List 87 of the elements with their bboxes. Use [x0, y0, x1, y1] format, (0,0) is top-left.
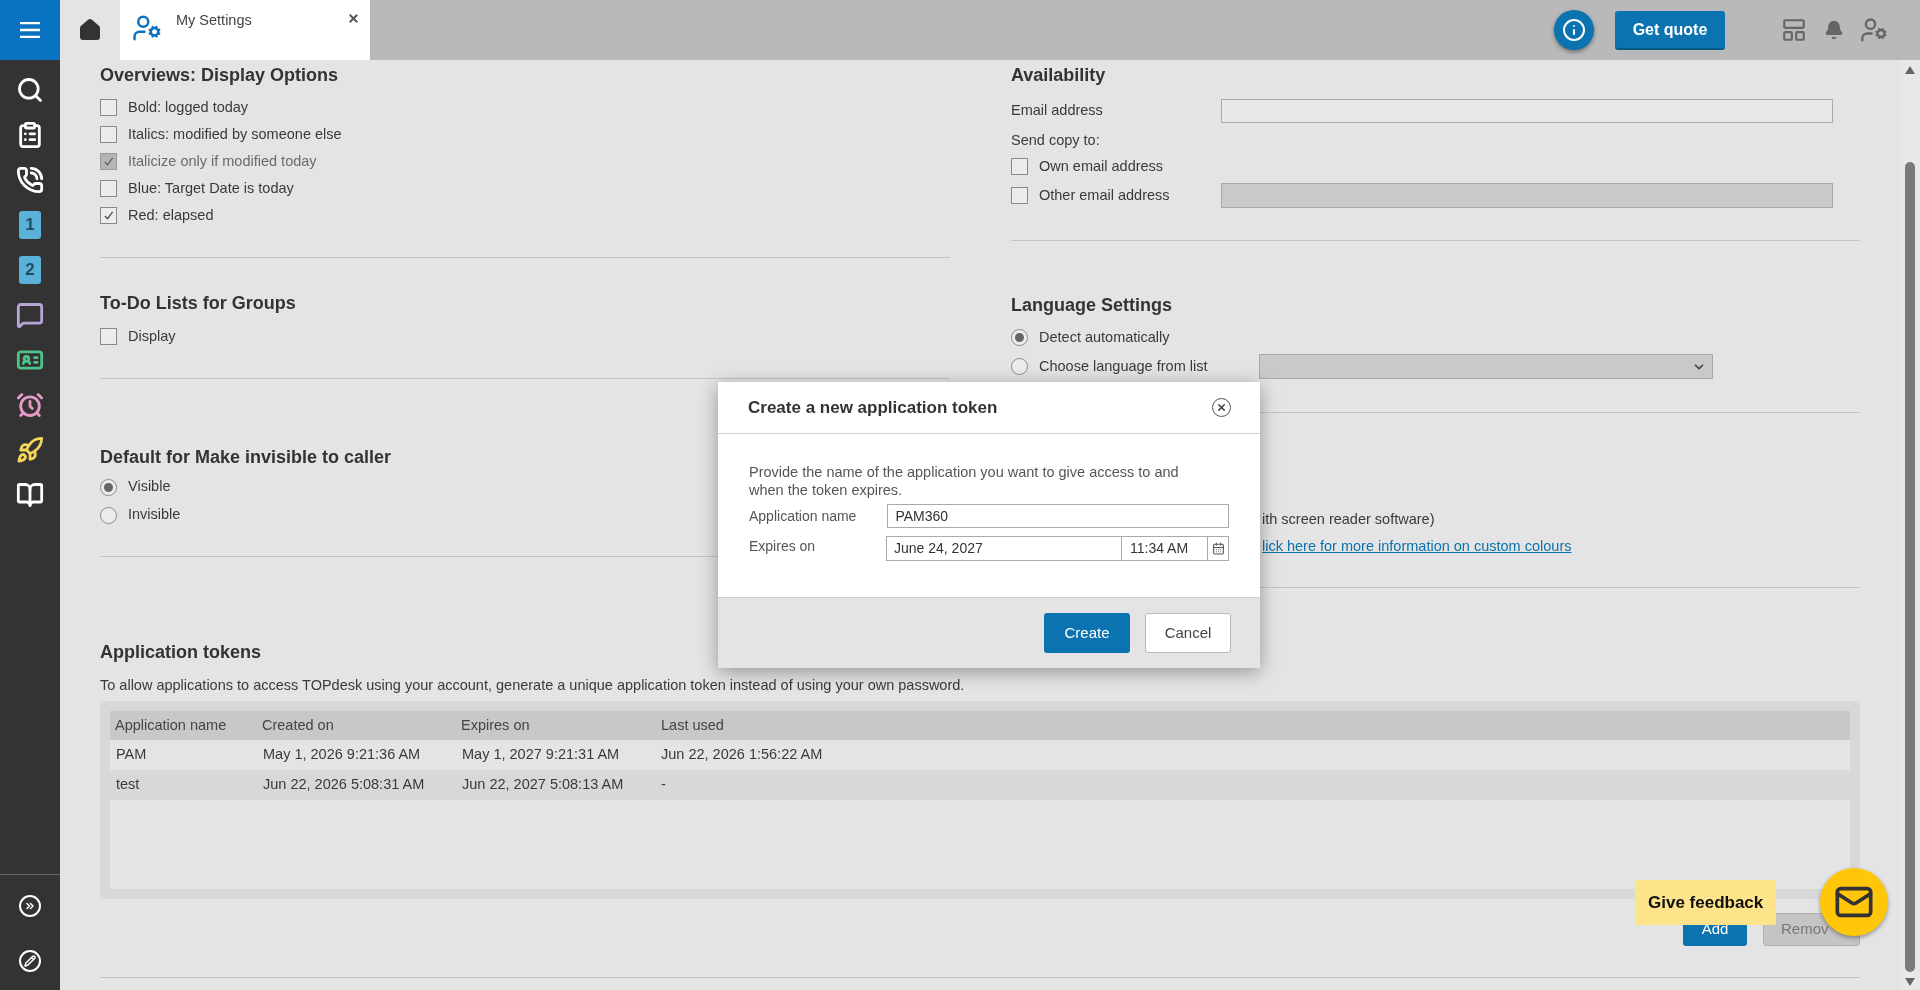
table-cell-text: test: [115, 775, 141, 795]
checkbox-label: Own email address: [1039, 156, 1164, 176]
checkmark-icon: [103, 210, 114, 221]
menu-icon: [20, 22, 40, 38]
dialog-description: Provide the name of the application you want to give access to and when the token expires.: [749, 463, 1180, 499]
checkbox[interactable]: [100, 99, 117, 116]
field-label: Application name: [749, 506, 858, 526]
radio-label: Choose language from list: [1039, 356, 1208, 376]
checkbox-label: Italicize only if modified today: [128, 151, 317, 171]
checkbox-label: Display: [128, 326, 176, 346]
section-heading: To-Do Lists for Groups: [100, 292, 297, 315]
radio-button[interactable]: [100, 506, 117, 524]
alarm-clock-icon[interactable]: [16, 391, 44, 419]
scroll-up-icon[interactable]: [1905, 66, 1915, 74]
table-cell-text: Jun 22, 2026 1:56:22 AM: [661, 745, 824, 765]
checkbox[interactable]: [100, 180, 117, 197]
info-button[interactable]: [1554, 10, 1594, 50]
table-cell-text: Jun 22, 2026 5:08:31 AM: [262, 775, 426, 795]
checkbox-label: Other email address: [1039, 185, 1170, 205]
feedback-tooltip: Give feedback: [1635, 880, 1777, 925]
column-header: Created on: [262, 715, 335, 735]
email-field[interactable]: [1221, 99, 1833, 123]
get-quote-button[interactable]: Get quote: [1615, 11, 1725, 50]
section-heading: Application tokens: [100, 641, 262, 664]
layout-icon[interactable]: [1780, 17, 1808, 43]
phone-icon[interactable]: [16, 166, 44, 194]
accessibility-note: ith screen reader software): [1262, 510, 1435, 530]
table-cell-text: May 1, 2027 9:21:31 AM: [461, 745, 621, 765]
rocket-icon[interactable]: [16, 436, 44, 464]
settings-tab[interactable]: My Settings: [120, 0, 370, 60]
table-cell-text: -: [661, 775, 667, 795]
checkbox-label: Bold: logged today: [128, 97, 249, 117]
user-gear-icon[interactable]: [1860, 16, 1888, 44]
radio-button[interactable]: [100, 478, 117, 496]
radio-label: Detect automatically: [1039, 327, 1170, 347]
checkbox[interactable]: [1011, 187, 1028, 204]
home-tab[interactable]: [60, 0, 120, 60]
section-heading: Language Settings: [1011, 294, 1173, 317]
date-field[interactable]: June 24, 2027: [887, 537, 1122, 560]
scrollbar[interactable]: [1900, 60, 1920, 990]
checkbox[interactable]: [100, 207, 117, 224]
checkbox[interactable]: [1011, 158, 1028, 175]
calendar-icon[interactable]: [1211, 542, 1225, 555]
table-cell-text: Jun 22, 2027 5:08:13 AM: [461, 775, 625, 795]
section-heading: Overviews: Display Options: [100, 64, 340, 87]
clipboard-icon[interactable]: [16, 121, 44, 149]
column-header: Expires on: [461, 715, 531, 735]
user-gear-icon: [132, 13, 162, 43]
field-label: Email address: [1011, 101, 1104, 121]
home-icon: [78, 18, 102, 42]
scroll-down-icon[interactable]: [1905, 978, 1915, 986]
expand-icon[interactable]: [19, 895, 41, 917]
numbered-tab-icon[interactable]: 1: [19, 211, 41, 239]
application-name-field[interactable]: PAM360: [887, 504, 1229, 528]
section-heading: Availability: [1011, 64, 1107, 87]
radio-label: Visible: [128, 477, 171, 497]
dialog-title: Create a new application token: [748, 396, 998, 419]
checkmark-icon: [103, 156, 114, 167]
custom-colours-link[interactable]: lick here for more information on custom colours: [1262, 536, 1572, 558]
close-icon[interactable]: [347, 12, 360, 25]
radio-button[interactable]: [1011, 329, 1028, 346]
time-field[interactable]: 11:34 AM: [1122, 537, 1208, 560]
tokens-description: To allow applications to access TOPdesk using your account, generate a unique application token instead of using your own password.: [100, 676, 966, 695]
search-icon[interactable]: [16, 76, 44, 104]
edit-icon[interactable]: [19, 950, 41, 972]
radio-button[interactable]: [1011, 358, 1028, 375]
checkbox-label: Red: elapsed: [128, 205, 214, 225]
checkbox-label: Blue: Target Date is today: [128, 178, 294, 198]
chat-icon[interactable]: [16, 301, 44, 329]
create-button[interactable]: Create: [1044, 613, 1130, 653]
radio-label: Invisible: [128, 505, 181, 525]
checkbox[interactable]: [100, 126, 117, 143]
section-heading: Default for Make invisible to caller: [100, 446, 393, 469]
table-cell-text: May 1, 2026 9:21:36 AM: [262, 745, 422, 765]
menu-button[interactable]: [0, 0, 60, 60]
book-icon[interactable]: [16, 481, 44, 509]
table-cell-text: PAM: [115, 745, 148, 765]
info-icon: [1562, 18, 1586, 42]
cancel-button[interactable]: Cancel: [1145, 613, 1231, 653]
bell-icon[interactable]: [1824, 20, 1844, 40]
column-header: Application name: [114, 715, 228, 735]
checkbox-label: Italics: modified by someone else: [128, 124, 342, 144]
column-header: Last used: [661, 715, 725, 735]
numbered-tab-icon[interactable]: 2: [19, 256, 41, 284]
field-label: Send copy to:: [1011, 131, 1101, 150]
field-label: Expires on: [749, 537, 817, 556]
checkbox[interactable]: [100, 328, 117, 345]
